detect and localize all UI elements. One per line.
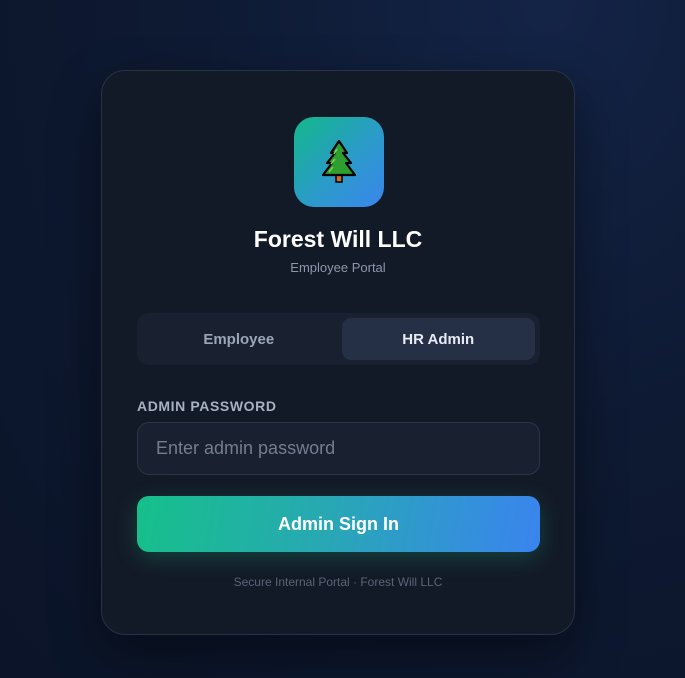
login-card: Forest Will LLC Employee Portal Employee…: [101, 70, 575, 635]
admin-password-input[interactable]: [137, 422, 540, 475]
pine-tree-icon: [321, 139, 357, 183]
admin-password-label: ADMIN PASSWORD: [137, 398, 277, 414]
admin-sign-in-button[interactable]: Admin Sign In: [137, 496, 540, 552]
role-tabs: Employee HR Admin: [137, 313, 540, 365]
tab-hr-admin[interactable]: HR Admin: [341, 318, 535, 360]
company-name: Forest Will LLC: [253, 226, 423, 252]
tab-employee[interactable]: Employee: [142, 318, 336, 360]
portal-subtitle: Employee Portal: [290, 260, 386, 275]
brand-logo: [294, 117, 384, 207]
footer-text: Secure Internal Portal · Forest Will LLC: [233, 575, 443, 589]
